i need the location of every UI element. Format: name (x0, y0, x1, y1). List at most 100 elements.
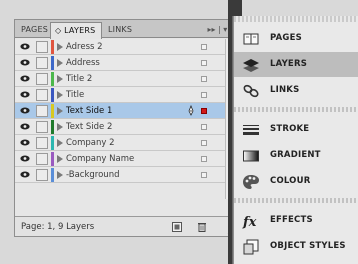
layer-name: Text Side 1 (66, 106, 113, 116)
layer-count-status: Page: 1, 9 Layers (21, 222, 95, 232)
lock-toggle[interactable] (36, 121, 48, 133)
selection-square[interactable] (201, 92, 207, 98)
expand-triangle-icon[interactable] (57, 107, 63, 115)
stroke-icon (243, 125, 259, 135)
layer-row[interactable]: Company 2 (15, 135, 225, 151)
dock-item-gradient[interactable]: GRADIENT (234, 143, 358, 168)
layers-panel: PAGES ◇ LAYERS LINKS ▸▸ | ▾≡ Adress 2 Add… (14, 19, 238, 237)
dock-separator (234, 107, 358, 112)
selection-square[interactable] (201, 108, 207, 114)
dock-separator (234, 198, 358, 203)
lock-toggle[interactable] (36, 105, 48, 117)
visibility-eye-icon[interactable] (20, 123, 30, 130)
layer-name: Company Name (66, 154, 135, 164)
expand-triangle-icon[interactable] (57, 59, 63, 67)
dock-item-links[interactable]: LINKS (234, 78, 358, 103)
panel-dock: PAGES LAYERS LINKS STROKE GRADIENT COLOU… (233, 16, 358, 264)
selection-square[interactable] (201, 60, 207, 66)
layer-row[interactable]: Address (15, 55, 225, 71)
dock-label-layers: LAYERS (270, 59, 308, 69)
effects-icon: fx (242, 215, 257, 230)
visibility-eye-icon[interactable] (20, 171, 30, 178)
lock-toggle[interactable] (36, 169, 48, 181)
dock-label-stroke: STROKE (270, 124, 310, 134)
visibility-eye-icon[interactable] (20, 155, 30, 162)
layer-color-swatch (51, 104, 54, 118)
dock-label-pages: PAGES (270, 33, 302, 43)
layer-row[interactable]: Adress 2 (15, 39, 225, 55)
layer-name: Address (66, 58, 100, 68)
dock-item-colour[interactable]: COLOUR (234, 169, 358, 194)
dock-label-links: LINKS (270, 85, 300, 95)
layer-color-swatch (51, 72, 54, 86)
tab-links[interactable]: LINKS (104, 22, 136, 38)
layer-row[interactable]: Title 2 (15, 71, 225, 87)
dock-grip[interactable] (234, 16, 358, 22)
layer-color-swatch (51, 136, 54, 150)
selection-square[interactable] (201, 140, 207, 146)
colour-icon (243, 175, 259, 189)
lock-toggle[interactable] (36, 73, 48, 85)
layers-icon (243, 59, 259, 72)
pages-icon (243, 33, 259, 45)
visibility-eye-icon[interactable] (20, 75, 30, 82)
expand-triangle-icon[interactable] (57, 91, 63, 99)
layer-name: -Background (66, 170, 120, 180)
visibility-eye-icon[interactable] (20, 59, 30, 66)
lock-toggle[interactable] (36, 41, 48, 53)
layer-color-swatch (51, 88, 54, 102)
layer-color-swatch (51, 168, 54, 182)
dock-label-effects: EFFECTS (270, 215, 313, 225)
tab-pages[interactable]: PAGES (17, 22, 49, 38)
layer-row[interactable]: Title (15, 87, 225, 103)
visibility-eye-icon[interactable] (20, 107, 30, 114)
lock-toggle[interactable] (36, 153, 48, 165)
panel-footer: Page: 1, 9 Layers (15, 216, 237, 236)
dock-item-object-styles[interactable]: OBJECT STYLES (234, 234, 358, 259)
layer-name: Text Side 2 (66, 122, 113, 132)
new-layer-icon[interactable] (172, 222, 182, 232)
layer-color-swatch (51, 56, 54, 70)
layer-row[interactable]: Text Side 2 (15, 119, 225, 135)
selection-square[interactable] (201, 156, 207, 162)
layer-name: Adress 2 (66, 42, 103, 52)
svg-text:fx: fx (242, 215, 257, 230)
dock-label-object-styles: OBJECT STYLES (270, 241, 346, 251)
layer-row[interactable]: Company Name (15, 151, 225, 167)
expand-triangle-icon[interactable] (57, 155, 63, 163)
gradient-icon (243, 150, 259, 162)
selection-square[interactable] (201, 44, 207, 50)
layer-list: Adress 2 Address Title 2 Title Text Side 1 Te… (15, 39, 225, 183)
links-icon (243, 84, 259, 98)
panel-tab-bar: PAGES ◇ LAYERS LINKS ▸▸ | ▾≡ (15, 20, 237, 39)
layer-color-swatch (51, 40, 54, 54)
expand-triangle-icon[interactable] (57, 43, 63, 51)
lock-toggle[interactable] (36, 137, 48, 149)
layer-name: Company 2 (66, 138, 115, 148)
dock-label-colour: COLOUR (270, 176, 311, 186)
lock-toggle[interactable] (36, 57, 48, 69)
dock-item-effects[interactable]: fx EFFECTS (234, 208, 358, 233)
expand-triangle-icon[interactable] (57, 139, 63, 147)
dock-item-stroke[interactable]: STROKE (234, 117, 358, 142)
selection-square[interactable] (201, 172, 207, 178)
dock-label-gradient: GRADIENT (270, 150, 321, 160)
lock-toggle[interactable] (36, 89, 48, 101)
dock-item-layers[interactable]: LAYERS (234, 52, 358, 77)
expand-triangle-icon[interactable] (57, 123, 63, 131)
visibility-eye-icon[interactable] (20, 91, 30, 98)
selection-square[interactable] (201, 124, 207, 130)
visibility-eye-icon[interactable] (20, 43, 30, 50)
tab-layers[interactable]: ◇ LAYERS (50, 22, 102, 39)
visibility-eye-icon[interactable] (20, 139, 30, 146)
expand-triangle-icon[interactable] (57, 75, 63, 83)
pen-icon (188, 105, 194, 116)
layer-name: Title (66, 90, 85, 100)
expand-triangle-icon[interactable] (57, 171, 63, 179)
dock-item-pages[interactable]: PAGES (234, 26, 358, 51)
layer-row[interactable]: Text Side 1 (15, 103, 225, 119)
selection-square[interactable] (201, 76, 207, 82)
layer-row[interactable]: -Background (15, 167, 225, 183)
object-styles-icon (243, 239, 259, 255)
delete-layer-icon[interactable] (197, 222, 207, 232)
